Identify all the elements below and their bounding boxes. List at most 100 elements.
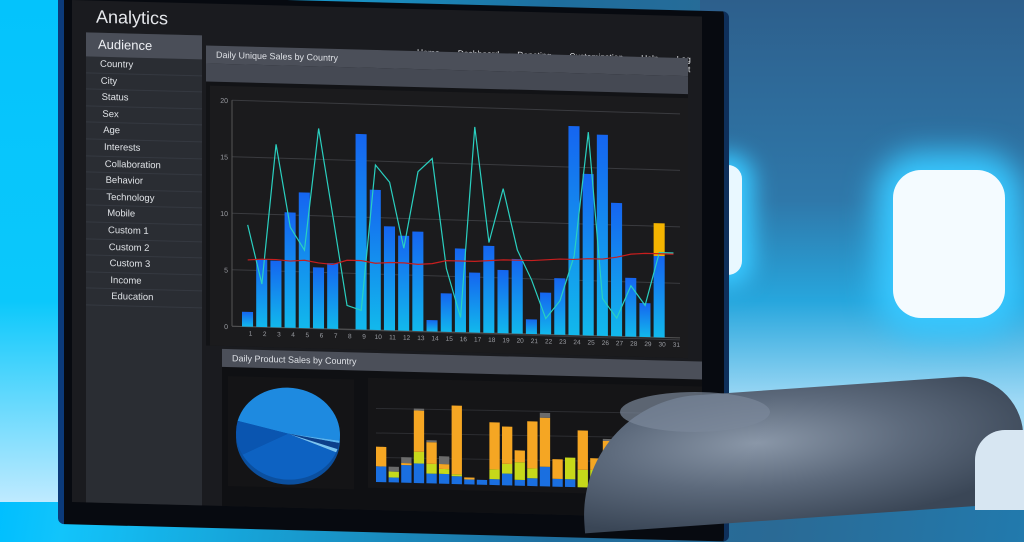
sales-bar — [639, 302, 651, 338]
stacked-bar-segment — [388, 477, 399, 483]
stacked-bar-segment — [489, 469, 500, 480]
x-tick-label: 21 — [531, 338, 539, 345]
x-tick-label: 11 — [389, 334, 396, 341]
x-tick-label: 30 — [659, 341, 667, 348]
x-tick-label: 23 — [559, 339, 567, 346]
product-pie-chart — [236, 387, 340, 485]
x-tick-label: 29 — [644, 341, 652, 348]
sidebar: Audience Country City Status Sex Age Interest… — [86, 32, 202, 516]
gridline — [231, 156, 681, 171]
stacked-bar-segment — [401, 463, 412, 466]
y-tick-label: 5 — [224, 267, 228, 274]
stacked-bar-segment — [577, 469, 588, 488]
sidebar-item-education[interactable]: Education — [86, 288, 202, 309]
stacked-bar-segment — [552, 459, 563, 480]
sidebar-header[interactable]: Audience — [86, 32, 202, 60]
sales-bar — [440, 293, 452, 332]
gridline — [231, 99, 681, 115]
x-tick-label: 13 — [417, 335, 425, 342]
stacked-bar-segment — [565, 457, 576, 480]
sales-bar — [511, 258, 523, 334]
x-tick-label: 22 — [545, 338, 553, 345]
stacked-bar-segment — [464, 477, 475, 480]
x-tick-label: 20 — [517, 338, 525, 345]
sales-bar — [483, 245, 495, 334]
sales-bar — [611, 202, 623, 337]
x-tick-label: 3 — [277, 331, 281, 338]
stacked-bar-segment — [514, 462, 525, 480]
stacked-bar-segment — [439, 468, 450, 475]
stacked-bar-segment — [426, 442, 437, 464]
stacked-bar-segment — [565, 479, 576, 488]
shirt-cuff — [975, 430, 1024, 510]
stacked-bar-segment — [464, 479, 475, 485]
stacked-bar-segment — [489, 422, 500, 470]
stacked-bar-segment — [489, 479, 500, 486]
stacked-bar-segment — [376, 466, 387, 483]
x-tick-label: 9 — [362, 334, 366, 341]
stacked-bar-segment — [502, 463, 513, 474]
stacked-bar-segment — [577, 430, 588, 470]
x-tick-label: 12 — [403, 335, 411, 342]
stacked-bar-segment — [439, 456, 450, 465]
stacked-bar-segment — [527, 421, 538, 469]
stacked-bar-segment — [539, 466, 551, 487]
x-tick-label: 24 — [573, 339, 581, 346]
sales-bar — [582, 173, 594, 336]
pie-chart-box — [228, 376, 354, 490]
x-tick-label: 15 — [446, 336, 454, 343]
laptop-screen: Analytics Home Dashboard Repoting Custom… — [72, 0, 702, 519]
stacked-bar-segment — [476, 479, 488, 485]
stacked-bar-segment — [401, 464, 412, 483]
sales-bar — [568, 125, 580, 336]
stacked-bar-segment — [552, 478, 563, 487]
hand-knuckle — [620, 392, 770, 432]
stacked-bar-segment — [502, 426, 513, 464]
sales-bar — [242, 311, 254, 327]
sales-bar — [355, 133, 367, 330]
stacked-bar-segment — [413, 451, 425, 464]
x-tick-label: 4 — [291, 332, 295, 339]
y-tick-label: 15 — [220, 154, 228, 161]
stacked-bar-segment — [502, 473, 513, 486]
y-tick-label: 10 — [220, 211, 228, 218]
x-tick-label: 7 — [334, 333, 338, 340]
x-tick-label: 25 — [588, 340, 596, 347]
highlight-bar — [653, 223, 665, 257]
y-tick-label: 0 — [224, 324, 228, 331]
daily-sales-chart: 0 5 10 15 20 1 2 3 4 5 6 7 8 9 10 11 12 13 14 15 16 17 18 19 20 2… — [210, 85, 688, 359]
sales-bar — [312, 267, 325, 329]
stacked-bar-segment — [426, 473, 437, 484]
sales-bar — [596, 134, 608, 337]
sidebar-list: Country City Status Sex Age Interests Collabor… — [86, 56, 202, 309]
x-tick-label: 31 — [673, 342, 681, 349]
stacked-bar-segment — [514, 479, 525, 486]
stacked-bar-segment — [376, 446, 387, 467]
sales-bar — [398, 235, 410, 331]
x-tick-label: 17 — [474, 337, 482, 344]
sales-bar — [270, 260, 282, 328]
stacked-bar-segment — [451, 474, 462, 477]
daily-sales-chart-svg: 051015201 2 3 4 5 6 7 8 9 10 11 12 13 14 15 16 17 18 19 20 2… — [220, 98, 681, 349]
sales-bar — [525, 319, 537, 335]
background-light — [893, 170, 1005, 318]
stacked-bar-segment — [451, 405, 462, 475]
app-title: Analytics — [96, 6, 169, 29]
stacked-bar-segment — [514, 450, 525, 463]
stacked-bar-segment — [439, 464, 450, 470]
stacked-bar-segment — [413, 463, 425, 484]
x-tick-label: 5 — [305, 332, 309, 339]
x-tick-label: 18 — [488, 337, 496, 344]
stacked-bar-segment — [413, 408, 425, 411]
x-tick-label: 1 — [249, 331, 253, 338]
x-tick-label: 14 — [431, 335, 439, 342]
x-tick-label: 16 — [460, 336, 468, 343]
x-tick-label: 2 — [263, 331, 267, 338]
sales-bar — [327, 263, 339, 329]
x-tick-label: 6 — [320, 332, 324, 339]
stacked-bar-segment — [527, 478, 538, 487]
x-tick-label: 8 — [348, 333, 352, 340]
stacked-bar-segment — [413, 410, 425, 452]
stacked-bar-segment — [388, 471, 399, 478]
stacked-bar-segment — [426, 463, 437, 474]
